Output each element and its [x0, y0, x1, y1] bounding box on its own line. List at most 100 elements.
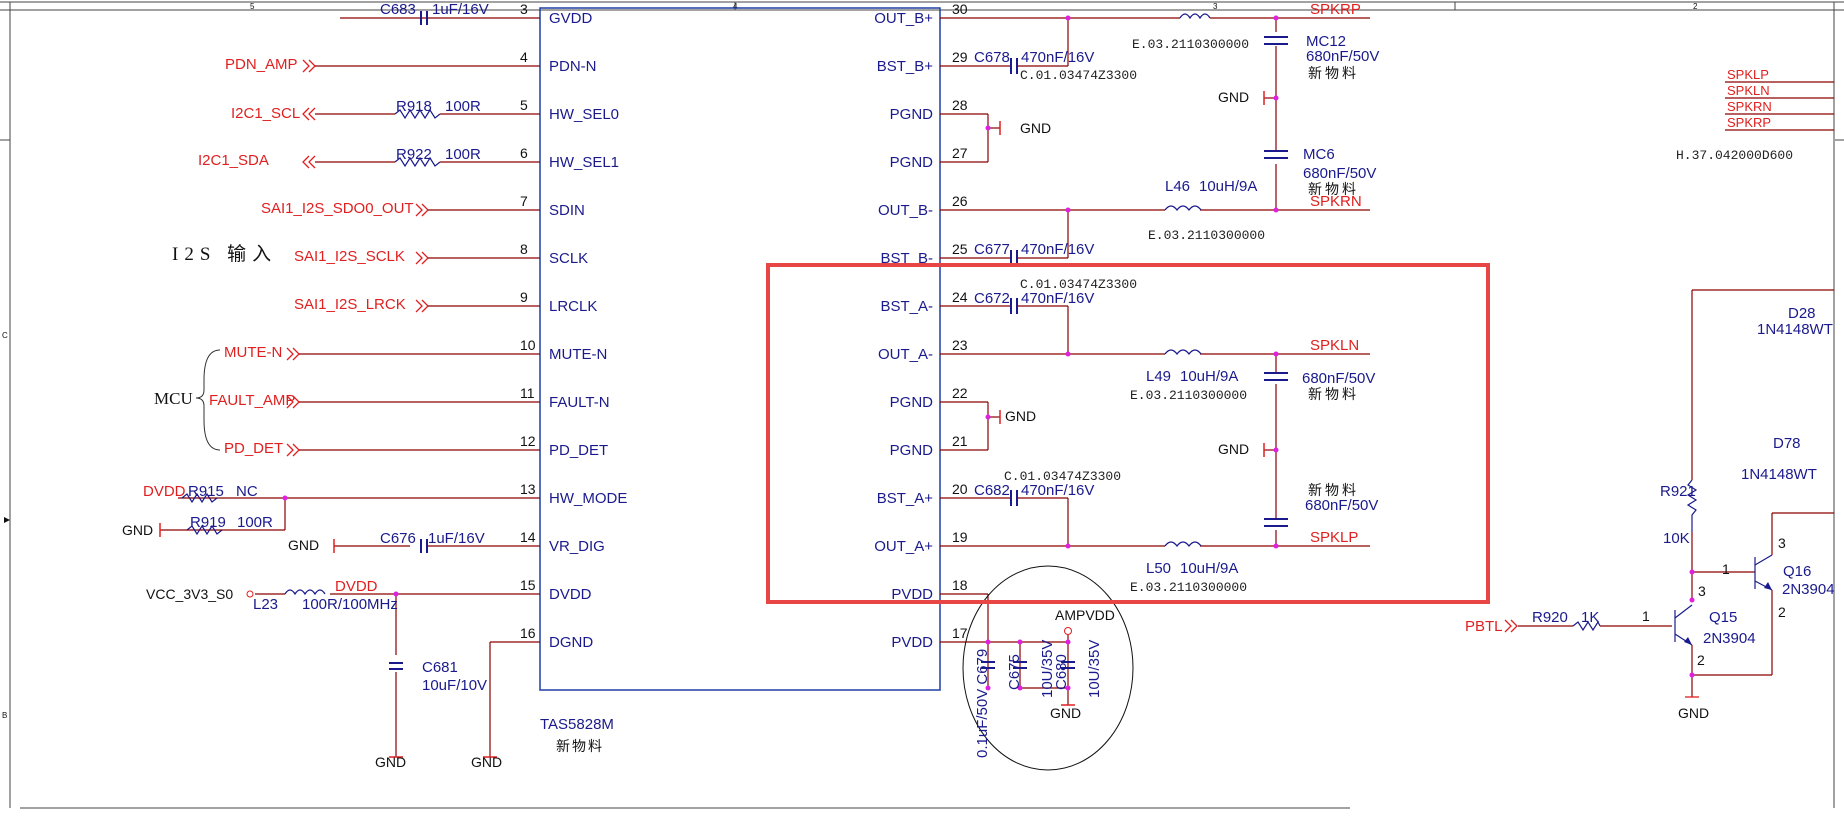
conn-spkrp: SPKRP — [1727, 115, 1771, 130]
c681-label: C681 — [422, 659, 458, 676]
q15-pin2: 2 — [1697, 652, 1705, 668]
left-pin-number: 7 — [520, 193, 528, 209]
c678-label: C678 — [974, 49, 1010, 66]
right-pin-number: 25 — [952, 241, 968, 257]
r919-value: 100R — [237, 514, 273, 531]
ampvdd-port — [1064, 627, 1072, 635]
e-code-3: E.03.2110300000 — [1130, 388, 1247, 403]
right-pin-name: PGND — [890, 154, 934, 171]
mc12-note: 新物料 — [1308, 65, 1359, 81]
net-mute-n: MUTE-N — [224, 344, 282, 361]
l49-value: 10uH/9A — [1180, 368, 1238, 385]
spkln-net-label: SPKLN — [1310, 337, 1359, 354]
net-pdn-amp: PDN_AMP — [225, 56, 298, 73]
pbtl-port — [1504, 619, 1699, 698]
c677-value: 470nF/16V — [1021, 241, 1094, 258]
q16-pin1: 1 — [1722, 561, 1730, 577]
l23-inductor — [284, 589, 326, 596]
mcu-label: MCU — [154, 389, 193, 408]
l46-label: L46 — [1165, 178, 1190, 195]
left-pin-number: 3 — [520, 1, 528, 17]
left-ground-marks — [159, 523, 497, 758]
spkrp-net-label: SPKRP — [1310, 1, 1361, 18]
right-pin-number: 29 — [952, 49, 968, 65]
gnd-mc-a: GND — [1218, 441, 1249, 457]
pbtl-net-label: PBTL — [1465, 618, 1503, 635]
left-pin-number: 8 — [520, 241, 528, 257]
dvdd-net-label: DVDD — [143, 483, 186, 500]
left-pin-name: SCLK — [549, 250, 588, 267]
q16-pin2: 2 — [1778, 604, 1786, 620]
left-wires — [160, 17, 540, 757]
l23-label: L23 — [253, 596, 278, 613]
pbtl-components — [1572, 479, 1773, 646]
left-pin-number: 11 — [520, 385, 535, 401]
c672-label: C672 — [974, 290, 1010, 307]
left-pin-number: 15 — [520, 577, 536, 593]
c680-label: C680 — [1053, 654, 1070, 690]
right-pin-number: 17 — [952, 625, 968, 641]
q15-pin3: 3 — [1698, 583, 1706, 599]
left-pin-group: 3 GVDD 4 PDN-N 5 HW_SEL0 6 HW_SEL1 7 SDIN 8 SCLK 9 LR… — [520, 1, 627, 651]
right-pin-name: PGND — [890, 106, 934, 123]
schematic-canvas: 5 4 3 2 C B TAS5828M 新物料 3 GVDD 4 PDN-N 5 HW_… — [0, 0, 1844, 816]
frame-row-c: C — [2, 331, 8, 340]
right-pin-name: OUT_A+ — [874, 538, 933, 555]
left-pin-number: 10 — [520, 337, 536, 353]
left-pin-name: PDN-N — [549, 58, 597, 75]
left-pin-number: 16 — [520, 625, 536, 641]
c683-label: C683 — [380, 1, 416, 18]
ic-part-number: TAS5828M — [540, 716, 614, 733]
right-pin-name: PVDD — [891, 634, 933, 651]
conn-spkln: SPKLN — [1727, 83, 1770, 98]
right-pin-name: OUT_B+ — [874, 10, 933, 27]
vcc-3v3-label: VCC_3V3_S0 — [146, 586, 233, 602]
right-pin-name: BST_A+ — [877, 490, 934, 507]
right-pin-number: 18 — [952, 577, 968, 593]
gnd-c681: GND — [375, 754, 406, 770]
d78-label: D78 — [1773, 435, 1801, 452]
r922-value: 100R — [445, 146, 481, 163]
speaker-connector-block: SPKLP SPKLN SPKRN SPKRP H.37.042000D600 — [1676, 67, 1834, 163]
right-pin-number: 23 — [952, 337, 968, 353]
e-code-1: E.03.2110300000 — [1132, 37, 1249, 52]
left-pin-number: 9 — [520, 289, 528, 305]
connector-code: H.37.042000D600 — [1676, 148, 1793, 163]
gnd-pbtl: GND — [1678, 705, 1709, 721]
r918-value: 100R — [445, 98, 481, 115]
left-pin-name: HW_SEL1 — [549, 154, 619, 171]
conn-spklp: SPKLP — [1727, 67, 1769, 82]
e-code-2: E.03.2110300000 — [1148, 228, 1265, 243]
r915-value-nc: NC — [236, 483, 258, 500]
cap-b-value: 680nF/50V — [1305, 497, 1378, 514]
net-sai1-sdo0: SAI1_I2S_SDO0_OUT — [261, 200, 414, 217]
conn-spkrn: SPKRN — [1727, 99, 1772, 114]
d28-value: 1N4148WT — [1757, 321, 1833, 338]
l49-label: L49 — [1146, 368, 1171, 385]
frame-col-5: 5 — [250, 2, 255, 11]
schematic-drawing: 5 4 3 2 C B TAS5828M 新物料 3 GVDD 4 PDN-N 5 HW_… — [0, 1, 1844, 809]
right-pin-name: PGND — [890, 394, 934, 411]
net-sai1-sclk: SAI1_I2S_SCLK — [294, 248, 405, 265]
c676-value: 1uF/16V — [428, 530, 485, 547]
frame-col-3: 3 — [1213, 2, 1218, 11]
spklp-net-label: SPKLP — [1310, 529, 1358, 546]
d28-label: D28 — [1788, 305, 1816, 322]
c683-value: 1uF/16V — [432, 1, 489, 18]
l23-value: 100R/100MHz — [302, 596, 398, 613]
left-pin-name: VR_DIG — [549, 538, 605, 555]
left-pin-name: SDIN — [549, 202, 585, 219]
left-pin-number: 13 — [520, 481, 536, 497]
gnd-pvdd-caps: GND — [1050, 705, 1081, 721]
right-pin-number: 22 — [952, 385, 968, 401]
l50-value: 10uH/9A — [1180, 560, 1238, 577]
left-pin-name: LRCLK — [549, 298, 597, 315]
right-pin-name: OUT_B- — [878, 202, 933, 219]
left-resistors — [181, 108, 441, 536]
c682-label: C682 — [974, 482, 1010, 499]
right-pin-name: PGND — [890, 442, 934, 459]
gnd-c676: GND — [288, 537, 319, 553]
left-pin-number: 14 — [520, 529, 536, 545]
spkrn-net-label: SPKRN — [1310, 193, 1362, 210]
l46-value: 10uH/9A — [1199, 178, 1257, 195]
